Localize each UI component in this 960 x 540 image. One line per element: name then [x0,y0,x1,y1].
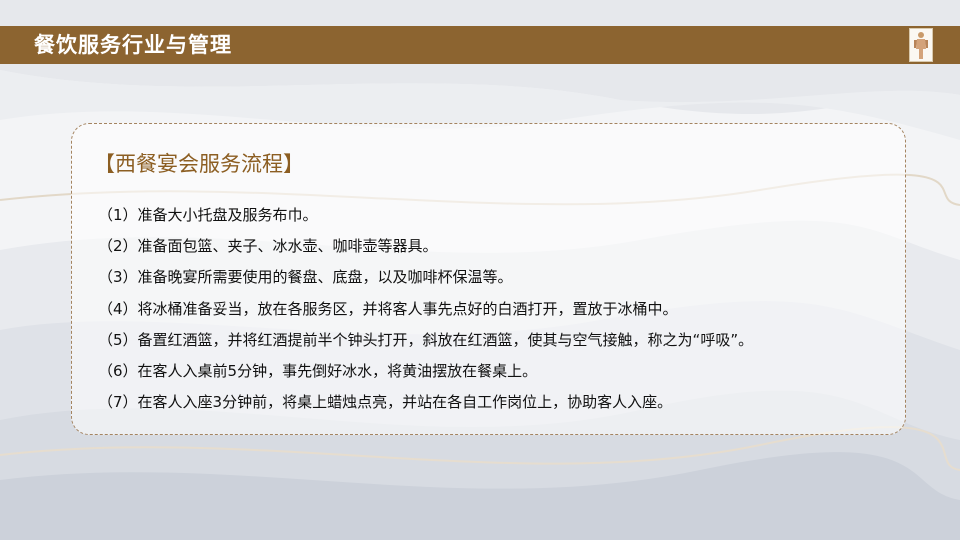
list-item: （2）准备面包篮、夹子、冰水壶、咖啡壶等器具。 [98,237,438,256]
figure-logo-icon [909,28,933,62]
list-item: （6）在客人入桌前5分钟，事先倒好冰水，将黄油摆放在餐桌上。 [98,361,538,380]
header-title: 餐饮服务行业与管理 [34,33,232,57]
steps-list: （1）准备大小托盘及服务布巾。 （2）准备面包篮、夹子、冰水壶、咖啡壶等器具。 … [98,200,753,418]
list-item: （1）准备大小托盘及服务布巾。 [98,206,318,224]
list-item: （7）在客人入座3分钟前，将桌上蜡烛点亮，并站在各自工作岗位上，协助客人入座。 [98,393,673,412]
list-item: （3）准备晚宴所需要使用的餐盘、底盘，以及咖啡杯保温等。 [98,268,513,287]
list-item: （5）备置红酒篮，并将红酒提前半个钟头打开，斜放在红酒篮，使其与空气接触，称之为… [98,330,754,349]
header-bar: 餐饮服务行业与管理 [0,26,960,64]
list-item: （4）将冰桶准备妥当，放在各服务区，并将客人事先点好的白酒打开，置放于冰桶中。 [98,299,678,318]
section-title: 【西餐宴会服务流程】 [94,152,304,176]
content-panel: 【西餐宴会服务流程】 （1）准备大小托盘及服务布巾。 （2）准备面包篮、夹子、冰… [71,123,906,435]
